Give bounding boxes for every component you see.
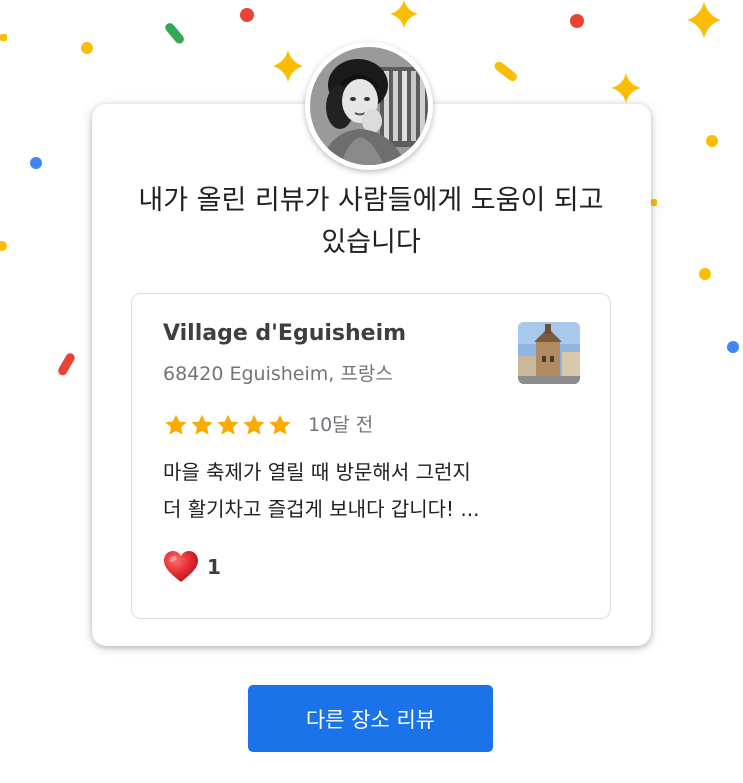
sparkle-decoration bbox=[390, 0, 418, 28]
review-other-place-button[interactable]: 다른 장소 리뷰 bbox=[248, 685, 493, 752]
confetti-pill bbox=[651, 199, 657, 206]
headline-text: 내가 올린 리뷰가 사람들에게 도움이 되고 있습니다 bbox=[138, 185, 604, 258]
place-address: 68420 Eguisheim, 프랑스 bbox=[163, 363, 393, 385]
sparkle-decoration bbox=[273, 50, 303, 82]
star-icon bbox=[217, 414, 239, 435]
review-time: 10달 전 bbox=[308, 414, 374, 436]
review-text-line: 마을 축제가 열릴 때 방문해서 그런지 bbox=[163, 460, 471, 484]
confetti-pill bbox=[165, 23, 184, 44]
place-thumbnail[interactable] bbox=[518, 322, 580, 384]
confetti-dot bbox=[0, 241, 7, 251]
confetti-pill bbox=[0, 34, 7, 41]
user-avatar bbox=[305, 42, 433, 170]
confetti-dot bbox=[699, 268, 711, 280]
confetti-dot bbox=[81, 42, 93, 54]
review-text-line: 더 활기차고 즐겁게 보내다 갑니다! ... bbox=[163, 497, 480, 521]
rating-stars bbox=[163, 412, 293, 438]
heart-icon bbox=[164, 551, 198, 582]
place-name[interactable]: Village d'Eguisheim bbox=[163, 321, 406, 346]
like-count-row: 1 bbox=[163, 550, 221, 584]
confetti-pill bbox=[494, 61, 517, 82]
like-count: 1 bbox=[207, 555, 221, 579]
user-photo-icon bbox=[310, 47, 428, 165]
confetti-dot bbox=[727, 341, 739, 353]
star-icon bbox=[243, 414, 265, 435]
sparkle-decoration bbox=[611, 73, 641, 103]
confetti-dot bbox=[240, 8, 254, 22]
sparkle-decoration bbox=[687, 2, 721, 38]
confetti-pill bbox=[58, 353, 75, 376]
star-icon bbox=[269, 414, 291, 435]
review-card[interactable]: Village d'Eguisheim 68420 Eguisheim, 프랑스… bbox=[131, 293, 611, 619]
confetti-dot bbox=[706, 135, 718, 147]
star-icon bbox=[165, 414, 187, 435]
place-photo-icon bbox=[518, 322, 580, 384]
star-icon bbox=[191, 414, 213, 435]
confetti-dot bbox=[570, 14, 584, 28]
review-text[interactable]: 마을 축제가 열릴 때 방문해서 그런지 더 활기차고 즐겁게 보내다 갑니다!… bbox=[163, 454, 583, 528]
confetti-dot bbox=[30, 157, 42, 169]
